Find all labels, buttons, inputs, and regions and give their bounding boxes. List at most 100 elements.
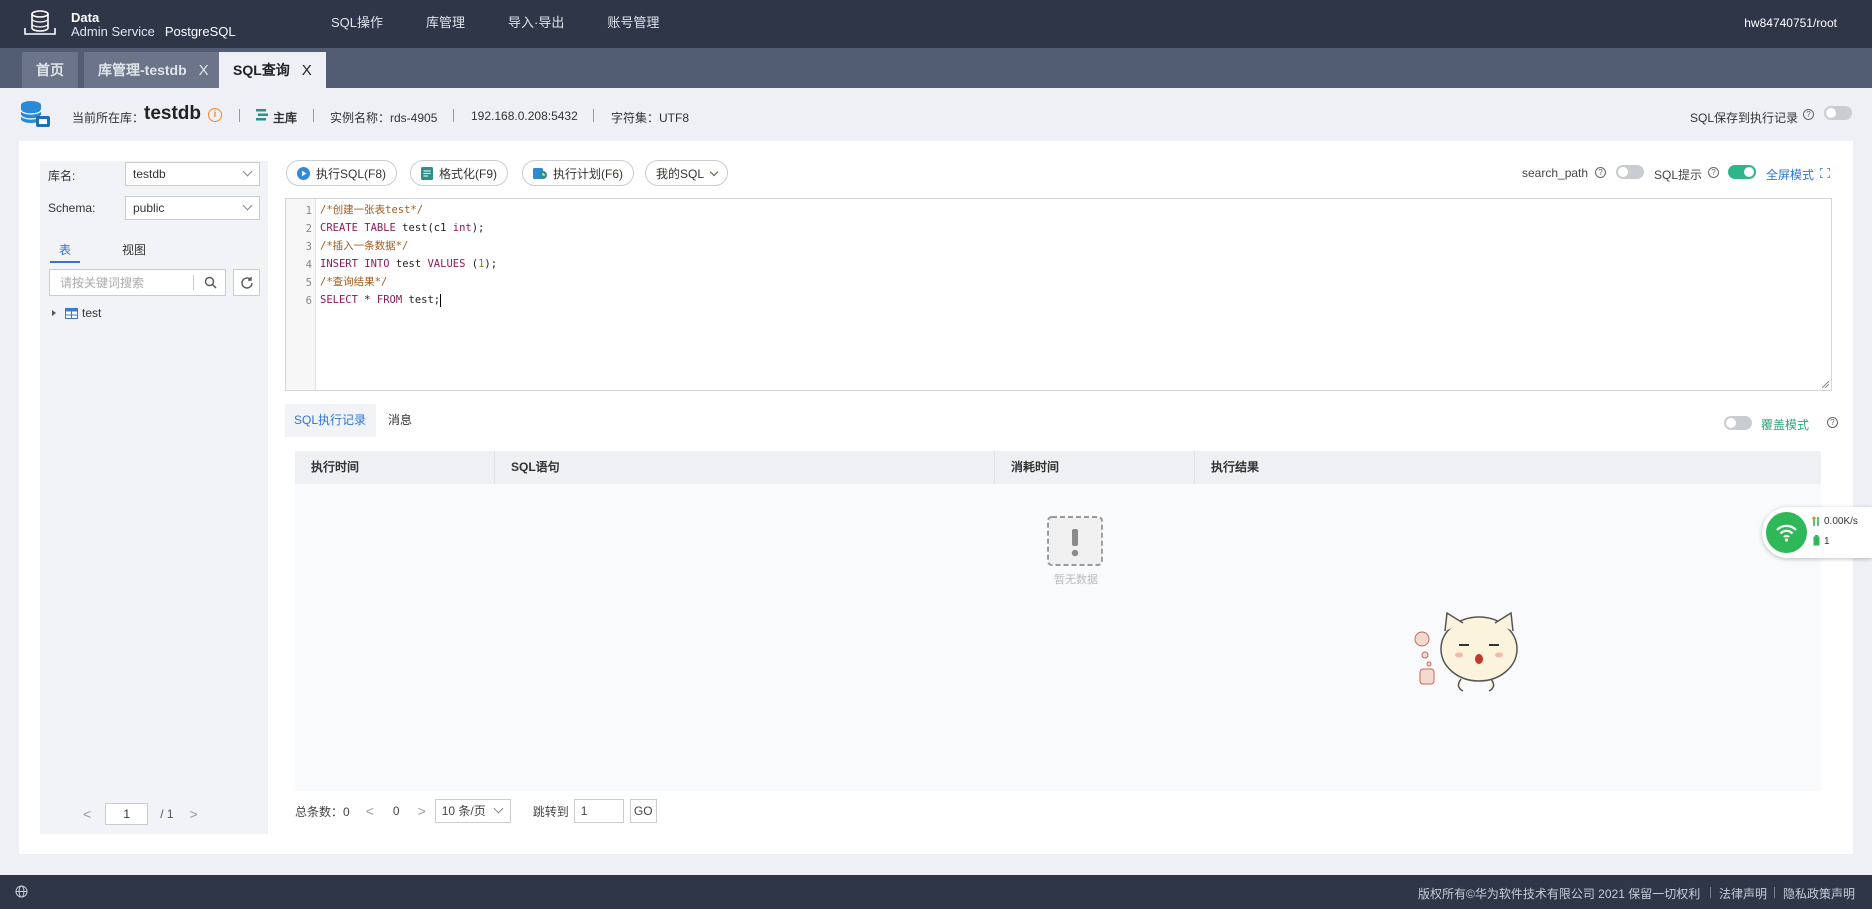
next-page-icon[interactable]: > [418,803,426,819]
format-button[interactable]: 格式化(F9) [410,160,508,186]
sidebar-pager: < 1 / 1 > [83,803,198,825]
results-table-header: 执行时间 SQL语句 消耗时间 执行结果 [295,451,1821,484]
resize-handle-icon[interactable] [1822,381,1829,388]
divider [453,109,454,122]
format-label: 格式化(F9) [439,166,497,181]
expand-icon[interactable] [1820,168,1830,178]
save-history-toggle[interactable] [1824,106,1852,120]
connection-count: 1 [1824,536,1830,547]
brand-line2: Admin Service [71,24,155,39]
line-number: 3 [305,241,312,253]
charset: 字符集：UTF8 [611,111,690,125]
page-tabs-bar: 首页 库管理-testdb X SQL查询 X [0,48,1872,88]
schema-select[interactable]: public [125,196,260,220]
results-pager: 总条数：0 < 0 > 10 条/页 跳转到 1 GO [295,799,657,823]
current-db-name: testdb [144,103,201,124]
tab-execution-history[interactable]: SQL执行记录 [285,404,376,437]
page-input[interactable]: 1 [105,803,149,825]
run-sql-label: 执行SQL(F8) [316,166,387,181]
tree-node-table[interactable]: test [52,305,101,321]
my-sql-dropdown[interactable]: 我的SQL [645,160,729,186]
search-path-label: search_path [1522,166,1589,180]
tab-tables[interactable]: 表 [50,241,81,263]
page-size-select[interactable]: 10 条/页 [434,799,511,823]
db-select-value: testdb [133,167,166,181]
execution-plan-button[interactable]: 执行计划(F6) [522,160,634,186]
divider [1710,887,1711,898]
top-navbar: Data Admin Service PostgreSQL SQL操作 库管理 导… [0,0,1872,48]
db-select[interactable]: testdb [125,162,260,186]
tab-db-management-testdb[interactable]: 库管理-testdb X [84,52,223,88]
play-icon [297,166,310,180]
prev-page-icon[interactable]: < [366,803,374,819]
nav-account-management[interactable]: 账号管理 [607,0,659,48]
go-button[interactable]: GO [629,799,657,823]
next-page-icon[interactable]: > [190,806,198,822]
top-nav: SQL操作 库管理 导入·导出 账号管理 [331,0,702,48]
cover-mode-toggle[interactable] [1724,416,1752,430]
brand-engine: PostgreSQL [164,24,236,39]
close-icon[interactable]: X [302,53,312,89]
tab-views[interactable]: 视图 [122,241,146,258]
database-logo-icon [24,10,56,35]
tab-label: SQL查询 [233,62,290,78]
current-page: 0 [392,804,400,818]
code-line: /*插入一条数据*/ [320,240,409,252]
wifi-icon [1766,512,1807,553]
schema-select-label: Schema: [48,201,96,215]
network-monitor-widget[interactable]: 0.00K/s 1 [1762,507,1872,558]
help-icon[interactable]: ? [1708,167,1719,178]
code-line: CREATE TABLE test(c1 int); [320,222,485,234]
results-table: 执行时间 SQL语句 消耗时间 执行结果 暂无数据 [295,451,1821,791]
copyright-text: 版权所有©华为软件技术有限公司 2021 保留一切权利 [1418,887,1701,901]
sql-hint-toggle[interactable] [1728,165,1756,179]
search-path-toggle[interactable] [1616,165,1644,179]
line-number: 4 [305,259,312,271]
sql-hint-label: SQL提示 [1654,168,1703,182]
close-icon[interactable]: X [199,53,209,89]
refresh-button[interactable] [233,269,260,296]
user-menu[interactable]: hw84740751/root [1744,16,1837,30]
goto-page-input[interactable]: 1 [573,799,624,823]
up-down-arrows-icon [1812,516,1819,526]
tab-home[interactable]: 首页 [22,52,78,88]
my-sql-label: 我的SQL [656,166,705,181]
divider [1774,887,1775,898]
tab-sql-query[interactable]: SQL查询 X [219,52,326,88]
help-icon[interactable]: ? [1595,167,1606,178]
goto-label: 跳转到 [532,804,569,819]
total-count: 总条数：0 [295,804,350,819]
brand: Data Admin Service PostgreSQL [71,11,236,39]
prev-page-icon[interactable]: < [83,806,91,822]
chevron-down-icon [242,166,253,177]
help-icon[interactable]: ? [1803,109,1814,120]
help-icon[interactable]: ? [1827,417,1838,428]
instance-address: 192.168.0.208:5432 [471,109,578,123]
nav-sql-operations[interactable]: SQL操作 [331,0,383,48]
footer: 版权所有©华为软件技术有限公司 2021 保留一切权利 法律声明 隐私政策声明 [0,875,1872,909]
privacy-link[interactable]: 隐私政策声明 [1783,885,1855,902]
save-history-label: SQL保存到执行记录 [1690,111,1799,125]
nav-import-export[interactable]: 导入·导出 [508,0,564,48]
nav-db-management[interactable]: 库管理 [426,0,465,48]
tab-messages[interactable]: 消息 [388,404,412,437]
run-sql-button[interactable]: 执行SQL(F8) [286,160,398,186]
sql-editor[interactable]: 1 2 3 4 5 6 /*创建一张表test*/ CREATE TABLE t… [285,198,1832,391]
object-search-input[interactable] [50,270,188,295]
legal-link[interactable]: 法律声明 [1719,885,1767,902]
globe-icon[interactable] [15,885,28,898]
column-header: 执行结果 [1211,460,1260,474]
search-icon[interactable] [204,276,217,289]
network-speed: 0.00K/s [1824,516,1858,527]
master-db-icon [256,109,268,121]
divider [593,109,594,122]
cover-mode-label: 覆盖模式 [1761,418,1810,432]
expand-arrow-icon[interactable] [52,310,56,316]
chevron-down-icon [709,167,719,176]
fullscreen-button[interactable]: 全屏模式 [1766,166,1814,183]
divider [313,109,314,122]
info-icon[interactable]: i [208,108,222,122]
db-role: 主库 [273,111,298,125]
column-header: SQL语句 [511,460,560,474]
page-total: / 1 [160,807,174,821]
